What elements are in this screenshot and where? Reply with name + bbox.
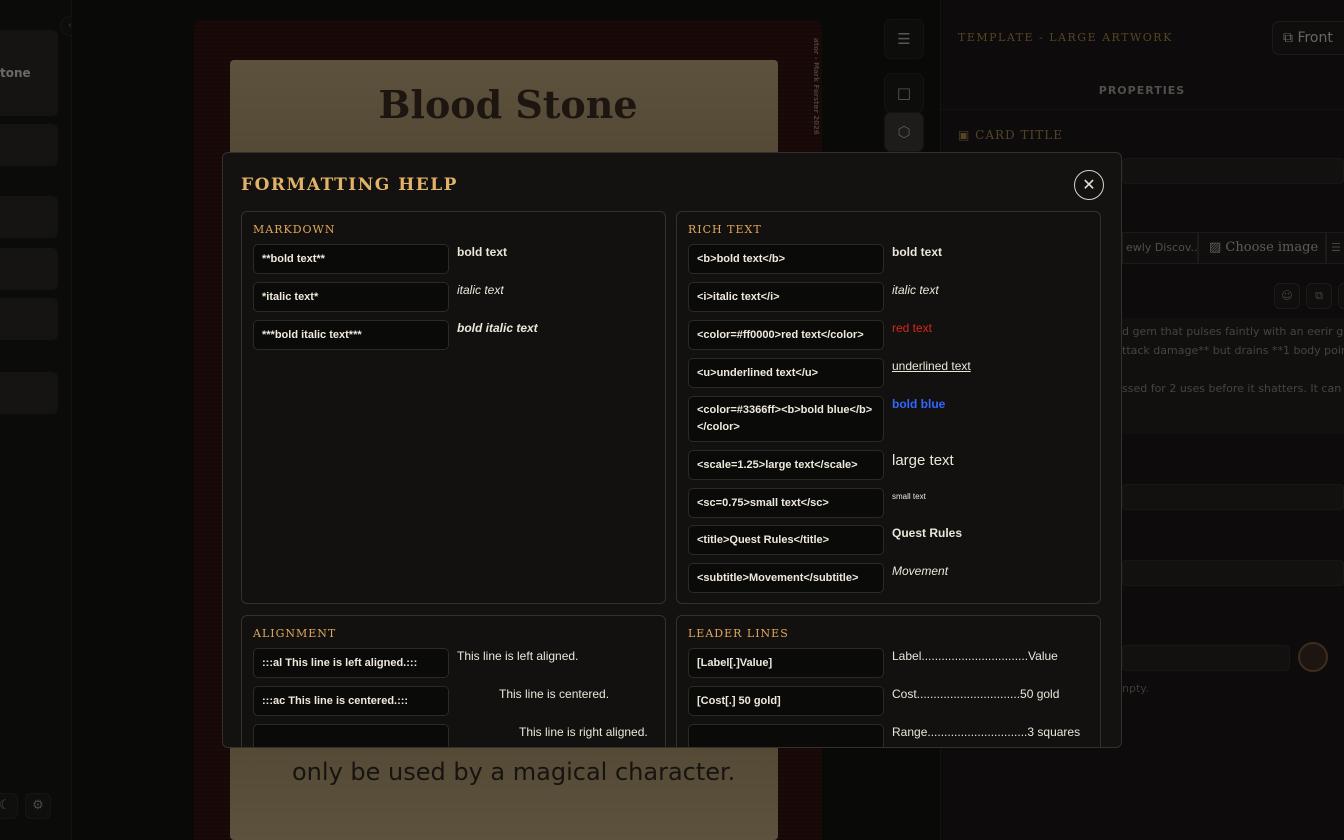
preview-text: Quest Rules — [892, 526, 963, 540]
preview-text: Label................................Val… — [892, 649, 1058, 663]
code-example[interactable] — [253, 724, 449, 747]
close-icon[interactable]: ✕ — [1074, 170, 1104, 200]
markdown-section: MARKDOWN **bold text** bold text *italic… — [241, 211, 666, 604]
preview-text: bold text — [457, 245, 507, 259]
code-example[interactable]: [Label[.]Value] — [688, 648, 884, 678]
code-example[interactable]: :::ac This line is centered.::: — [253, 686, 449, 716]
section-title: MARKDOWN — [253, 223, 336, 236]
formatting-help-modal: FORMATTING HELP ✕ MARKDOWN **bold text**… — [222, 152, 1122, 748]
code-example[interactable]: <u>underlined text</u> — [688, 358, 884, 388]
section-title: LEADER LINES — [688, 627, 789, 640]
code-example[interactable]: <i>italic text</i> — [688, 282, 884, 312]
code-example[interactable]: ***bold italic text*** — [253, 320, 449, 350]
preview-text: italic text — [457, 283, 504, 297]
preview-text: small text — [892, 492, 926, 501]
preview-text: bold italic text — [457, 321, 538, 335]
preview-text: bold blue — [892, 397, 946, 411]
code-example[interactable]: <color=#ff0000>red text</color> — [688, 320, 884, 350]
preview-text: This line is right aligned. — [519, 725, 648, 739]
code-example[interactable] — [688, 724, 884, 747]
code-example[interactable]: <sc=0.75>small text</sc> — [688, 488, 884, 518]
rich-text-section: RICH TEXT <b>bold text</b> bold text <i>… — [676, 211, 1101, 604]
section-title: ALIGNMENT — [253, 627, 337, 640]
code-example[interactable]: <title>Quest Rules</title> — [688, 525, 884, 555]
preview-text: Cost...............................50 go… — [892, 687, 1060, 701]
modal-title: FORMATTING HELP — [241, 175, 458, 195]
preview-text: red text — [892, 321, 933, 335]
preview-text: large text — [892, 452, 954, 469]
alignment-section: ALIGNMENT :::al This line is left aligne… — [241, 615, 666, 747]
code-example[interactable]: <color=#3366ff><b>bold blue</b></color> — [688, 396, 884, 442]
code-example[interactable]: :::al This line is left aligned.::: — [253, 648, 449, 678]
leader-lines-section: LEADER LINES [Label[.]Value] Label......… — [676, 615, 1101, 747]
preview-text: Movement — [892, 564, 949, 578]
code-example[interactable]: *italic text* — [253, 282, 449, 312]
preview-text: underlined text — [892, 359, 971, 373]
code-example[interactable]: [Cost[.] 50 gold] — [688, 686, 884, 716]
code-example[interactable]: <scale=1.25>large text</scale> — [688, 450, 884, 480]
section-title: RICH TEXT — [688, 223, 762, 236]
code-example[interactable]: **bold text** — [253, 244, 449, 274]
code-example[interactable]: <b>bold text</b> — [688, 244, 884, 274]
code-example[interactable]: <subtitle>Movement</subtitle> — [688, 563, 884, 593]
preview-text: Range..............................3 squ… — [892, 725, 1081, 739]
preview-text: This line is left aligned. — [457, 649, 579, 663]
preview-text: This line is centered. — [499, 687, 610, 701]
preview-text: bold text — [892, 245, 942, 259]
preview-text: italic text — [892, 283, 939, 297]
